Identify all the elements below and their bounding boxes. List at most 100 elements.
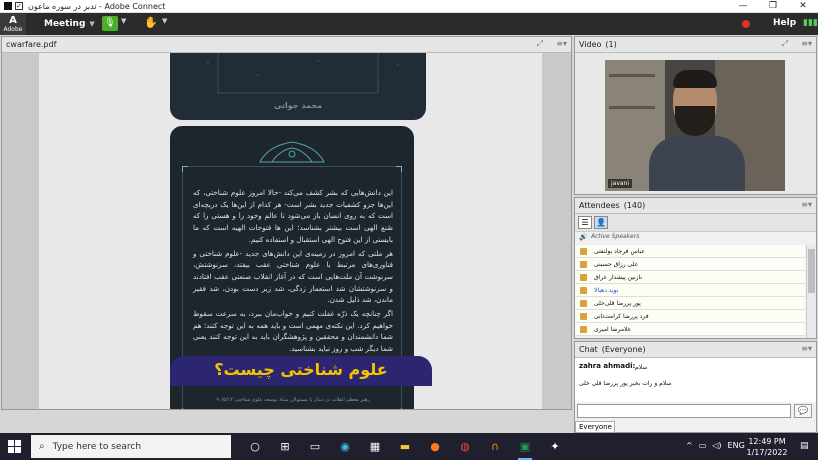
pdf-page: محمد جواتی این دانش‌هایی که بشر کشف می‌ک…	[39, 53, 542, 409]
chat-audience: (Everyone)	[601, 345, 646, 354]
chevron-down-icon[interactable]: ▼	[162, 17, 167, 25]
attendees-scrollbar[interactable]	[806, 245, 816, 338]
speaker-icon: 🔊	[579, 233, 588, 241]
share-pod: cwarfare.pdf ⤢ ≡▾ محمد جواتی	[1, 36, 572, 410]
attendees-toolbar: ☰ 👤	[575, 214, 816, 232]
active-speakers-label: 🔊 Active Speakers	[579, 233, 640, 241]
adobe-logo: A Adobe	[0, 13, 26, 35]
list-item[interactable]: عباس فرجاد بولنفتی	[575, 245, 805, 258]
clock-date: 1/17/2022	[746, 448, 788, 457]
send-icon[interactable]: 💬	[794, 404, 812, 418]
cortana-icon[interactable]: ○	[240, 437, 270, 457]
card-top-name: محمد جواتی	[273, 101, 323, 110]
quote-source: رهبر معظم انقلاب در دیدار با مسئولان ستا…	[216, 397, 370, 403]
user-icon	[580, 313, 587, 320]
maximize-button[interactable]: ❐	[758, 0, 788, 13]
list-item[interactable]: نوید دهبالا	[575, 284, 805, 297]
status-view-icon[interactable]: 👤	[594, 216, 608, 229]
clock-time: 12:49 PM	[748, 437, 786, 446]
list-item[interactable]: فرد پررضا کرامت‌ثانی	[575, 310, 805, 323]
chevron-up-icon[interactable]: ^	[686, 441, 693, 450]
share-pod-header: cwarfare.pdf ⤢ ≡▾	[2, 37, 571, 53]
close-button[interactable]: ✕	[788, 0, 818, 13]
attendees-count: (140)	[623, 201, 646, 210]
taskbar: ⌕ Type here to search ○ ⊞ ▭ ◉ ▦ ▬ ● ◍ ∩ …	[0, 433, 818, 460]
document-view[interactable]: محمد جواتی این دانش‌هایی که بشر کشف می‌ک…	[2, 53, 571, 409]
app-icon[interactable]: ∩	[480, 437, 510, 457]
list-item[interactable]: غلامرضا امیری	[575, 323, 805, 336]
attendees-pod-header: Attendees (140) ≡▾	[575, 198, 816, 214]
window-controls: — ❐ ✕	[728, 0, 818, 13]
banner-title: علوم شناختی چیست؟	[214, 360, 388, 379]
help-menu[interactable]: Help	[773, 18, 796, 28]
video-pod-header: Video (1) ⤢ ≡▾	[575, 37, 816, 53]
notifications-icon[interactable]: ▤	[800, 441, 809, 451]
quote-paragraph: هر ملتی که امروز در زمینه‌ی این دانش‌های…	[193, 248, 393, 305]
chat-pod: Chat (Everyone) ≡▾ zahra ahmadi: سلام سل…	[574, 341, 817, 433]
volume-icon[interactable]: ◁)	[712, 441, 721, 450]
chat-input[interactable]	[577, 404, 791, 418]
video-pod: Video (1) ⤢ ≡▾ javani	[574, 36, 817, 195]
card-top: محمد جواتی	[170, 53, 426, 120]
video-participant-label: javani	[608, 179, 633, 188]
chat-messages: zahra ahmadi: سلام سلام و رات بخیر پور پ…	[575, 358, 816, 402]
minimize-button[interactable]: —	[728, 0, 758, 13]
search-icon: ⌕	[39, 441, 45, 452]
chat-pod-header: Chat (Everyone) ≡▾	[575, 342, 816, 358]
microphone-icon[interactable]: 🎙	[102, 16, 118, 31]
language-indicator[interactable]: ENG	[728, 441, 745, 450]
user-icon	[580, 300, 587, 307]
checkbox-icon[interactable]: ✓	[15, 2, 23, 10]
list-view-icon[interactable]: ☰	[578, 216, 592, 229]
chevron-down-icon: ▼	[89, 20, 95, 28]
firefox-icon[interactable]: ●	[420, 437, 450, 457]
list-item[interactable]: پور پررضا قلی‌خلی	[575, 297, 805, 310]
chat-message: سلام	[635, 364, 648, 371]
window-titlebar: ✓ تدبر در سوره ماعون - Adobe Connect — ❐…	[0, 0, 818, 13]
taskbar-apps: ○ ⊞ ▭ ◉ ▦ ▬ ● ◍ ∩ ▣ ✦	[240, 437, 570, 460]
starfield-decoration	[207, 53, 399, 94]
user-icon	[580, 274, 587, 281]
edge-icon[interactable]: ◉	[330, 437, 360, 457]
chrome-icon[interactable]: ◍	[450, 437, 480, 457]
recording-icon	[742, 20, 750, 28]
list-item[interactable]: نازنین پیشدار عراق	[575, 271, 805, 284]
search-placeholder: Type here to search	[52, 441, 142, 452]
chevron-down-icon[interactable]: ▼	[121, 17, 126, 25]
chat-pod-title: Chat	[579, 345, 598, 354]
window-title: تدبر در سوره ماعون - Adobe Connect	[28, 1, 166, 11]
windows-start-icon[interactable]	[8, 440, 21, 453]
menubar: A Adobe Meeting ▼ 🎙 ▼ ✋ ▼ Help ▮▮▮	[0, 13, 818, 35]
pod-menu-icon[interactable]: ≡▾	[801, 39, 812, 48]
quote-text: این دانش‌هایی که بشر کشف می‌کند -حالا ام…	[193, 187, 393, 357]
store-icon[interactable]: ▦	[360, 437, 390, 457]
list-item[interactable]: علی رزاق حسینی	[575, 258, 805, 271]
excel-icon[interactable]: ▣	[510, 437, 540, 460]
folder-icon[interactable]: ▬	[390, 437, 420, 457]
video-feed[interactable]: javani	[605, 60, 785, 191]
pod-menu-icon[interactable]: ≡▾	[801, 344, 812, 353]
raise-hand-icon[interactable]: ✋	[144, 16, 158, 29]
taskbar-search[interactable]: ⌕ Type here to search	[31, 435, 231, 458]
taskbar-clock[interactable]: 12:49 PM 1/17/2022	[744, 436, 790, 458]
fullscreen-icon[interactable]: ⤢	[782, 39, 788, 49]
video-count: (1)	[605, 40, 617, 49]
user-icon	[580, 261, 587, 268]
app-icon	[4, 2, 12, 10]
chat-message: سلام و رات بخیر پور پررضا قلی خلی	[579, 380, 672, 387]
meeting-menu[interactable]: Meeting	[44, 19, 85, 29]
chat-tab-everyone[interactable]: Everyone	[575, 421, 615, 433]
share-pod-title: cwarfare.pdf	[6, 40, 57, 49]
fullscreen-icon[interactable]: ⤢	[537, 39, 543, 49]
explorer-icon[interactable]: ▭	[300, 437, 330, 457]
pod-menu-icon[interactable]: ≡▾	[556, 39, 567, 48]
quote-paragraph: این دانش‌هایی که بشر کشف می‌کند -حالا ام…	[193, 188, 393, 244]
task-view-icon[interactable]: ⊞	[270, 437, 300, 457]
quote-paragraph: اگر چنانچه یک ذرّه غفلت کنیم و خواب‌مان …	[193, 309, 393, 354]
user-icon	[580, 326, 587, 333]
system-tray: ^ ▭ ◁) ENG	[686, 441, 751, 450]
user-icon	[580, 287, 587, 294]
pod-menu-icon[interactable]: ≡▾	[801, 200, 812, 209]
adobe-connect-icon[interactable]: ✦	[540, 437, 570, 457]
network-icon[interactable]: ▭	[699, 441, 707, 450]
